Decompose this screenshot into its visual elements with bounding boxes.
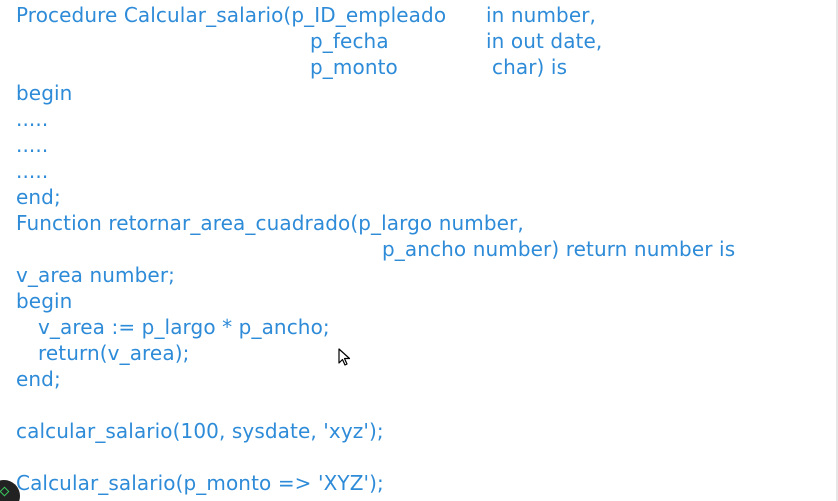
- procedure-ellipsis-2: .....: [16, 133, 49, 157]
- procedure-end: end;: [16, 185, 61, 209]
- procedure-header-line-2: p_fecha in out date,: [16, 28, 602, 54]
- function-declaration: v_area number;: [16, 263, 175, 287]
- function-assignment: v_area := p_largo * p_ancho;: [38, 315, 330, 339]
- function-return: return(v_area);: [38, 341, 190, 365]
- param-id-type: in number,: [486, 3, 597, 27]
- procedure-ellipsis-1: .....: [16, 107, 49, 131]
- procedure-ellipsis-3: .....: [16, 159, 49, 183]
- mouse-pointer-icon: [338, 348, 351, 366]
- function-end: end;: [16, 367, 61, 391]
- procedure-header-line-3: p_monto char) is: [16, 54, 567, 80]
- procedure-begin: begin: [16, 81, 73, 105]
- procedure-header-line-1: Procedure Calcular_salario(p_ID_empleado…: [16, 2, 596, 28]
- function-header-line-2: p_ancho number) return number is: [16, 236, 735, 262]
- param-fecha-name: p_fecha: [310, 29, 389, 53]
- call-named: Calcular_salario(p_monto => 'XYZ');: [16, 471, 384, 495]
- function-header-line-1: Function retornar_area_cuadrado(p_largo …: [16, 211, 524, 235]
- param-monto-type: char) is: [492, 55, 568, 79]
- param-fecha-type: in out date,: [486, 29, 603, 53]
- slide-canvas: Procedure Calcular_salario(p_ID_empleado…: [0, 0, 838, 501]
- procedure-signature: Procedure Calcular_salario(p_ID_empleado: [16, 3, 447, 27]
- function-ancho-param: p_ancho number) return number is: [382, 237, 736, 261]
- call-positional: calcular_salario(100, sysdate, 'xyz');: [16, 419, 384, 443]
- param-monto-name: p_monto: [310, 55, 398, 79]
- function-begin: begin: [16, 289, 73, 313]
